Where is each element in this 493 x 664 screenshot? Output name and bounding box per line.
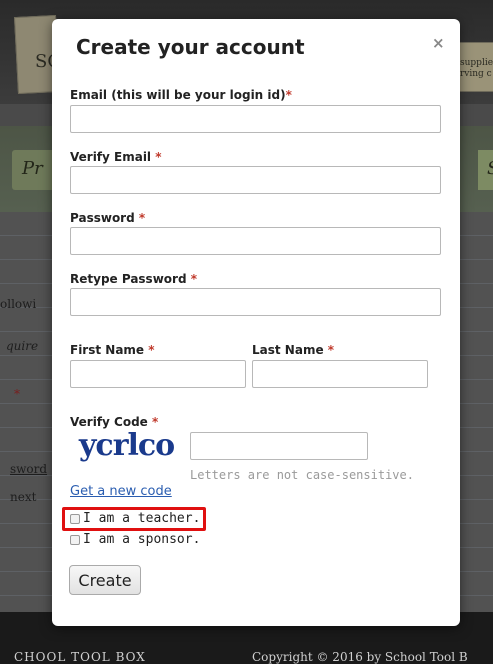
required-marker: *	[155, 150, 162, 164]
case-hint: Letters are not case-sensitive.	[190, 468, 414, 482]
close-icon[interactable]: ×	[432, 34, 445, 52]
password-label-text: Password	[70, 211, 139, 225]
bg-text-3: *	[14, 387, 20, 401]
last-name-label-text: Last Name	[252, 343, 328, 357]
retype-password-label-text: Retype Password	[70, 272, 191, 286]
required-marker: *	[138, 211, 146, 225]
sponsor-checkbox-label: I am a sponsor.	[83, 532, 201, 547]
retype-password-field[interactable]	[70, 288, 441, 316]
last-name-field[interactable]	[252, 360, 428, 388]
required-marker: *	[148, 343, 155, 357]
bg-text-4[interactable]: sword	[10, 462, 47, 476]
verify-email-field[interactable]	[70, 166, 441, 194]
teacher-checkbox-label: I am a teacher.	[83, 511, 201, 526]
teacher-checkbox[interactable]	[70, 513, 80, 524]
required-marker: *	[327, 343, 335, 357]
first-name-field[interactable]	[70, 360, 246, 388]
email-field[interactable]	[70, 105, 441, 133]
new-code-link[interactable]: Get a new code	[70, 484, 172, 499]
bg-text-2: quire	[6, 339, 39, 353]
bg-text-1: ollowi	[0, 297, 37, 311]
email-label: Email (this will be your login id)*	[70, 88, 292, 102]
teacher-checkbox-row[interactable]: I am a teacher.	[70, 511, 200, 526]
bg-text-5: next	[10, 490, 37, 504]
first-name-label-text: First Name	[70, 343, 149, 357]
create-button[interactable]: Create	[69, 565, 141, 595]
sponsor-checkbox[interactable]	[70, 534, 80, 545]
sponsor-checkbox-row[interactable]: I am a sponsor.	[70, 532, 200, 547]
modal-title: Create your account	[76, 35, 305, 59]
verify-email-label: Verify Email *	[70, 150, 162, 164]
email-label-text: Email (this will be your login id)	[70, 88, 286, 102]
footer-copyright: Copyright © 2016 by School Tool B	[252, 650, 468, 664]
create-account-modal: Create your account × Email (this will b…	[52, 19, 460, 626]
captcha-image: ycrlco	[79, 428, 175, 463]
verify-code-label: Verify Code *	[70, 415, 158, 429]
required-marker: *	[190, 272, 197, 286]
verify-email-label-text: Verify Email	[70, 150, 156, 164]
password-label: Password *	[70, 211, 145, 225]
verify-code-field[interactable]	[190, 432, 368, 460]
nav-tab-left-label: Pr	[22, 158, 43, 179]
retype-password-label: Retype Password *	[70, 272, 197, 286]
footer-brand: CHOOL TOOL BOX	[14, 650, 146, 664]
verify-code-label-text: Verify Code	[70, 415, 152, 429]
password-field[interactable]	[70, 227, 441, 255]
tagline-text: supplie rving c	[460, 58, 493, 79]
first-name-label: First Name *	[70, 343, 155, 357]
required-marker: *	[151, 415, 159, 429]
nav-tab-right-label: S	[487, 158, 493, 179]
last-name-label: Last Name *	[252, 343, 334, 357]
required-marker: *	[285, 88, 292, 102]
